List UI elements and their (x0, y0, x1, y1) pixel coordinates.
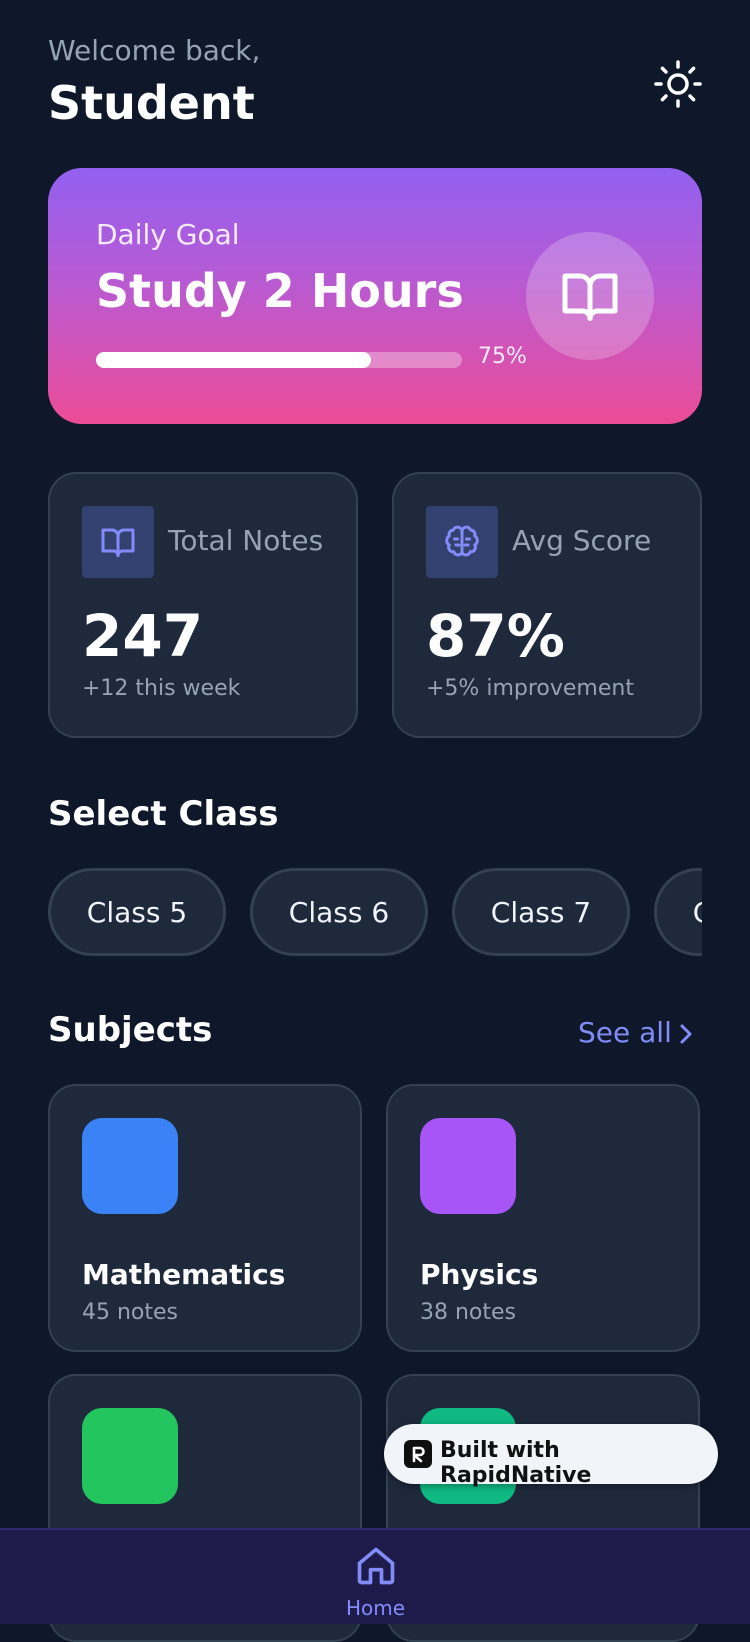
stat-icon-box (426, 506, 498, 578)
class-chip[interactable]: Class 8 (654, 868, 702, 956)
goal-progress-bar (96, 352, 462, 368)
subject-card-mathematics[interactable]: Mathematics 45 notes (48, 1084, 362, 1352)
book-open-icon (562, 273, 618, 321)
subject-icon (82, 1118, 178, 1214)
built-with-badge[interactable]: Built with RapidNative (384, 1424, 718, 1488)
goal-label: Daily Goal (96, 218, 240, 251)
stat-value: 247 (82, 602, 204, 670)
stat-card-total-notes[interactable]: Total Notes 247 +12 this week (48, 472, 358, 738)
stat-label: Avg Score (512, 524, 652, 557)
select-class-title: Select Class (48, 794, 279, 834)
class-chip[interactable]: Class 7 (452, 868, 630, 956)
subject-icon (82, 1408, 178, 1504)
rapidnative-logo-icon (404, 1440, 432, 1468)
home-icon (357, 1547, 395, 1585)
class-selector: Class 5 Class 6 Class 7 Class 8 (48, 868, 702, 958)
nav-home-tab[interactable] (354, 1544, 398, 1592)
goal-title: Study 2 Hours (96, 264, 464, 318)
subject-icon (420, 1118, 516, 1214)
subject-notes-count: 38 notes (420, 1300, 517, 1325)
sun-icon (654, 60, 702, 108)
book-open-icon (101, 528, 135, 557)
daily-goal-card[interactable]: Daily Goal Study 2 Hours 75% (48, 168, 702, 424)
goal-icon-circle (526, 232, 654, 360)
goal-progress-percent: 75% (478, 344, 527, 369)
welcome-text: Welcome back, (48, 34, 261, 67)
goal-progress-fill (96, 352, 371, 368)
subject-card-physics[interactable]: Physics 38 notes (386, 1084, 700, 1352)
stat-card-avg-score[interactable]: Avg Score 87% +5% improvement (392, 472, 702, 738)
theme-toggle-button[interactable] (654, 60, 702, 108)
class-chip[interactable]: Class 6 (250, 868, 428, 956)
subject-name: Mathematics (82, 1258, 286, 1291)
chevron-right-icon[interactable] (676, 1020, 696, 1052)
subject-name: Physics (420, 1258, 539, 1291)
subject-notes-count: 45 notes (82, 1300, 179, 1325)
badge-text: Built with RapidNative (440, 1438, 592, 1488)
see-all-link[interactable]: See all (578, 1016, 672, 1049)
bottom-nav: Home (0, 1528, 750, 1624)
brain-icon (445, 525, 479, 557)
stat-subtext: +5% improvement (426, 676, 634, 701)
class-chip[interactable]: Class 5 (48, 868, 226, 956)
subjects-title: Subjects (48, 1010, 213, 1050)
nav-home-label[interactable]: Home (346, 1596, 405, 1620)
stat-label: Total Notes (168, 524, 324, 557)
stat-icon-box (82, 506, 154, 578)
user-name: Student (48, 76, 255, 130)
stat-value: 87% (426, 602, 565, 670)
stat-subtext: +12 this week (82, 676, 241, 701)
